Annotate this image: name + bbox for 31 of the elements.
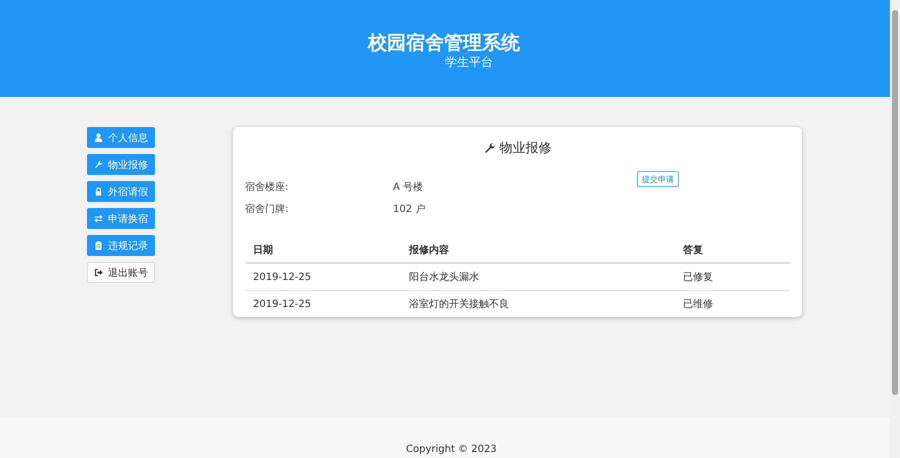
field-label: 宿舍门牌: xyxy=(245,202,290,216)
sign-out-icon xyxy=(94,268,103,277)
sidebar-button[interactable]: 退出账号 xyxy=(87,262,155,283)
sidebar-button[interactable]: 个人信息 xyxy=(87,127,155,148)
table-cell: 2019-12-25 xyxy=(245,263,401,290)
table-cell: 阳台水龙头漏水 xyxy=(401,263,675,290)
table-cell: 已修复 xyxy=(675,263,790,290)
sidebar-button[interactable]: 违规记录 xyxy=(87,235,155,256)
table-cell: 浴室灯的开关接触不良 xyxy=(401,290,675,317)
copyright-text: Copyright © 2023 xyxy=(406,444,497,456)
user-icon xyxy=(94,133,103,142)
column-header: 报修内容 xyxy=(401,238,675,263)
column-header: 日期 xyxy=(245,238,401,263)
site-subtitle: 学生平台 xyxy=(445,55,493,69)
swap-arrows-icon xyxy=(94,214,103,223)
field-value: 102 户 xyxy=(393,202,426,216)
lock-icon xyxy=(94,187,103,196)
table-cell: 2019-12-25 xyxy=(245,290,401,317)
card-title: 物业报修 xyxy=(500,140,552,157)
field-value: A 号楼 xyxy=(393,180,424,194)
sidebar-button[interactable]: 物业报修 xyxy=(87,154,155,175)
sidebar-button[interactable]: 申请换宿 xyxy=(87,208,155,229)
field-label: 宿舍楼座: xyxy=(245,180,290,194)
sidebar-button[interactable]: 外宿请假 xyxy=(87,181,155,202)
table-cell: 已维修 xyxy=(675,290,790,317)
clipboard-icon xyxy=(94,241,103,250)
wrench-icon xyxy=(94,160,103,169)
site-title: 校园宿舍管理系统 xyxy=(368,31,520,55)
submit-button[interactable]: 提交申请 xyxy=(637,171,679,187)
column-header: 答复 xyxy=(675,238,790,263)
wrench-icon xyxy=(484,142,496,154)
